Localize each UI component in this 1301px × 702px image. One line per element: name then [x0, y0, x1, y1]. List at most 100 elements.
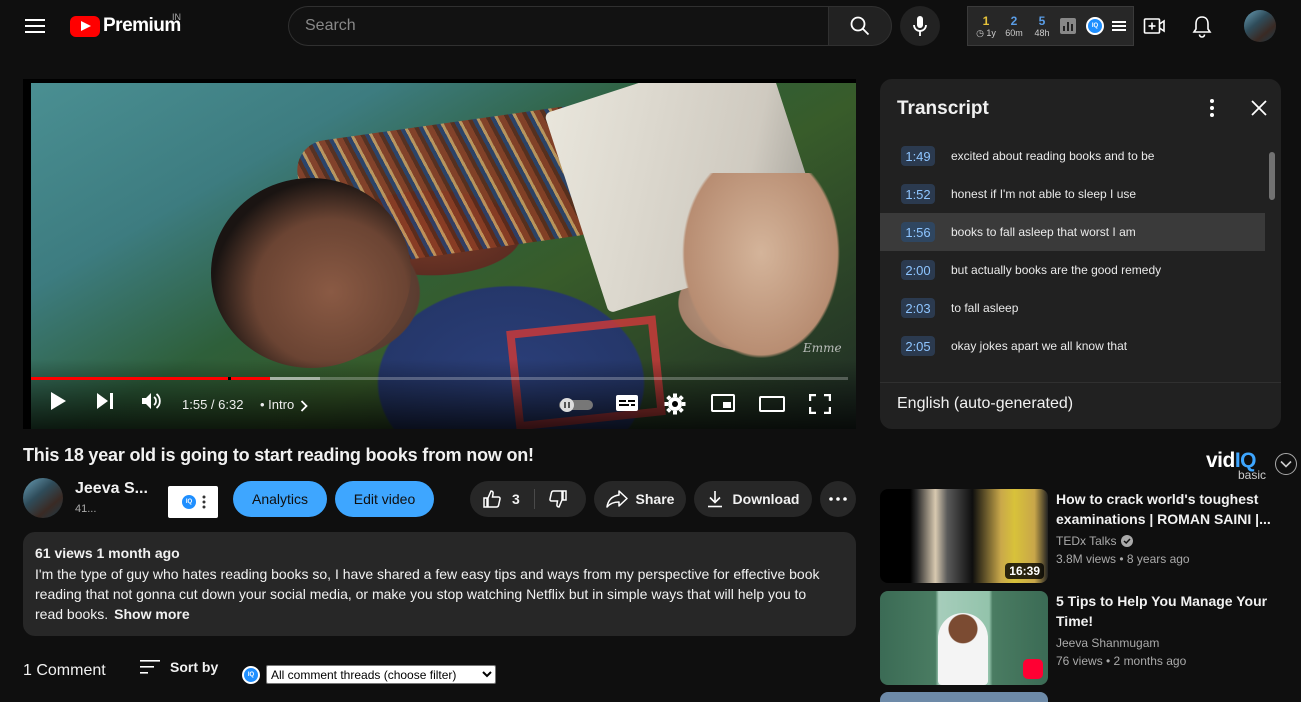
download-button[interactable]: Download	[694, 481, 812, 517]
next-video-icon[interactable]	[96, 392, 114, 410]
thumbs-up-icon[interactable]	[482, 489, 502, 509]
video-player[interactable]: Emme 1:55 / 6:32 • Intro	[23, 79, 856, 429]
volume-icon[interactable]	[141, 392, 163, 410]
more-actions-button[interactable]	[820, 481, 856, 517]
transcript-segment[interactable]: 2:00 but actually books are the good rem…	[880, 251, 1265, 289]
recommended-video[interactable]: 5 Tips to Help You Manage Your Time! Jee…	[880, 591, 1281, 687]
segment-text: honest if I'm not able to sleep I use	[951, 187, 1137, 201]
sort-icon	[140, 659, 160, 675]
recommended-channel[interactable]: Jeeva Shanmugam	[1056, 636, 1159, 650]
channel-avatar[interactable]	[23, 478, 63, 518]
hamburger-menu-icon[interactable]	[24, 15, 46, 37]
vidiq-stat-60m: 2 60m	[1005, 13, 1023, 38]
close-icon[interactable]	[1249, 98, 1269, 118]
segment-timestamp[interactable]: 2:03	[901, 298, 935, 318]
progress-played	[31, 377, 271, 380]
video-duration: 16:39	[1005, 563, 1044, 579]
comment-count: 1 Comment	[23, 662, 106, 679]
recommended-video[interactable]: 16:39 How to crack world's toughest exam…	[880, 489, 1281, 585]
views-and-date: 61 views 1 month ago	[35, 545, 180, 561]
microphone-icon	[912, 15, 928, 37]
verified-check-icon	[1121, 535, 1134, 547]
transcript-panel: Transcript 1:49 excited about reading bo…	[880, 79, 1281, 429]
share-button[interactable]: Share	[594, 481, 686, 517]
segment-text: books to fall asleep that worst I am	[951, 225, 1136, 239]
vidiq-basic-badge[interactable]: vidIQ basic	[1206, 449, 1266, 482]
recommended-channel[interactable]: TEDx Talks	[1056, 534, 1134, 548]
segment-timestamp[interactable]: 2:05	[901, 336, 935, 356]
chapter-title-button[interactable]: • Intro	[260, 397, 308, 412]
video-watermark: Emme	[803, 341, 842, 355]
shorts-badge-icon	[1023, 659, 1043, 679]
chevron-down-icon[interactable]	[1275, 453, 1297, 475]
transcript-language-selector[interactable]: English (auto-generated)	[897, 395, 1073, 413]
channel-name-link[interactable]: Jeeva S...	[75, 480, 148, 498]
divider	[880, 382, 1281, 383]
recommended-video-title[interactable]: 5 Tips to Help You Manage Your Time!	[1056, 591, 1271, 631]
segment-text: excited about reading books and to be	[951, 149, 1155, 163]
youtube-premium-logo[interactable]: Premium IN	[70, 12, 181, 39]
transcript-title: Transcript	[897, 98, 989, 119]
search-box	[288, 6, 828, 46]
top-bar: Premium IN 1 ◷ 1y 2 60m 5 48h IQ	[0, 0, 1301, 52]
more-horizontal-icon	[829, 497, 847, 501]
segment-timestamp[interactable]: 1:56	[901, 222, 935, 242]
vidiq-stat-48h: 5 48h	[1034, 13, 1050, 38]
edit-video-button[interactable]: Edit video	[335, 481, 434, 517]
create-video-icon[interactable]	[1143, 15, 1165, 37]
thumbs-down-icon[interactable]	[548, 489, 568, 509]
list-menu-icon[interactable]	[1112, 20, 1126, 32]
search-button[interactable]	[828, 6, 892, 46]
transcript-segment[interactable]: 1:49 excited about reading books and to …	[880, 137, 1265, 175]
vidiq-stat-1y: 1 ◷ 1y	[976, 13, 996, 38]
autoplay-toggle[interactable]	[558, 397, 594, 413]
transcript-segment-active[interactable]: 1:56 books to fall asleep that worst I a…	[880, 213, 1265, 251]
more-options-vertical-icon[interactable]	[1202, 97, 1222, 119]
segment-timestamp[interactable]: 2:00	[901, 260, 935, 280]
sort-by-button[interactable]: Sort by	[140, 659, 218, 675]
search-input[interactable]	[305, 17, 828, 35]
share-arrow-icon	[605, 490, 628, 508]
transcript-segment[interactable]: 1:52 honest if I'm not able to sleep I u…	[880, 175, 1265, 213]
comment-filter-select[interactable]: All comment threads (choose filter)	[266, 665, 496, 684]
transcript-segment[interactable]: 2:03 to fall asleep	[880, 289, 1265, 327]
video-thumbnail[interactable]: 16:39	[880, 489, 1048, 583]
miniplayer-icon[interactable]	[711, 394, 735, 412]
like-count: 3	[512, 491, 520, 507]
transcript-segment-list[interactable]: 1:49 excited about reading books and to …	[880, 137, 1265, 382]
vidiq-channel-button[interactable]: IQ	[168, 486, 218, 518]
segment-text: but actually books are the good remedy	[951, 263, 1162, 277]
vidiq-tier-label: basic	[1238, 468, 1267, 482]
video-thumbnail[interactable]	[880, 692, 1048, 702]
description-box[interactable]: 61 views 1 month ago I'm the type of guy…	[23, 532, 856, 636]
logo-text: Premium	[103, 15, 181, 36]
vidiq-logo-icon[interactable]: IQ	[1086, 17, 1104, 35]
account-avatar[interactable]	[1244, 10, 1276, 42]
segment-timestamp[interactable]: 1:49	[901, 146, 935, 166]
recommended-video-meta: 3.8M views • 8 years ago	[1056, 552, 1190, 566]
vidiq-toolbar[interactable]: 1 ◷ 1y 2 60m 5 48h IQ	[967, 6, 1134, 46]
notifications-bell-icon[interactable]	[1191, 14, 1213, 38]
transcript-segment[interactable]: 2:05 okay jokes apart we all know that	[880, 327, 1265, 365]
theater-mode-icon[interactable]	[759, 396, 785, 412]
subtitles-icon[interactable]	[615, 394, 639, 412]
segment-timestamp[interactable]: 1:52	[901, 184, 935, 204]
analytics-button[interactable]: Analytics	[233, 481, 327, 517]
show-more-link[interactable]: Show more	[114, 606, 189, 622]
time-display: 1:55 / 6:32	[182, 397, 244, 412]
settings-gear-icon[interactable]	[664, 393, 686, 415]
vidiq-logo-icon: IQ	[180, 493, 198, 511]
voice-search-button[interactable]	[900, 6, 940, 46]
transcript-scrollbar[interactable]	[1269, 152, 1275, 200]
progress-bar[interactable]	[31, 377, 848, 380]
segment-text: to fall asleep	[951, 301, 1019, 315]
subscriber-count: 41...	[75, 503, 97, 515]
play-icon[interactable]	[49, 391, 67, 411]
more-options-vertical-icon	[202, 495, 206, 509]
fullscreen-icon[interactable]	[809, 394, 831, 414]
bar-chart-icon[interactable]	[1060, 18, 1076, 34]
video-thumbnail[interactable]	[880, 591, 1048, 685]
download-icon	[707, 490, 723, 508]
recommended-video-title[interactable]: How to crack world's toughest examinatio…	[1056, 489, 1271, 529]
chevron-right-icon	[300, 399, 308, 412]
